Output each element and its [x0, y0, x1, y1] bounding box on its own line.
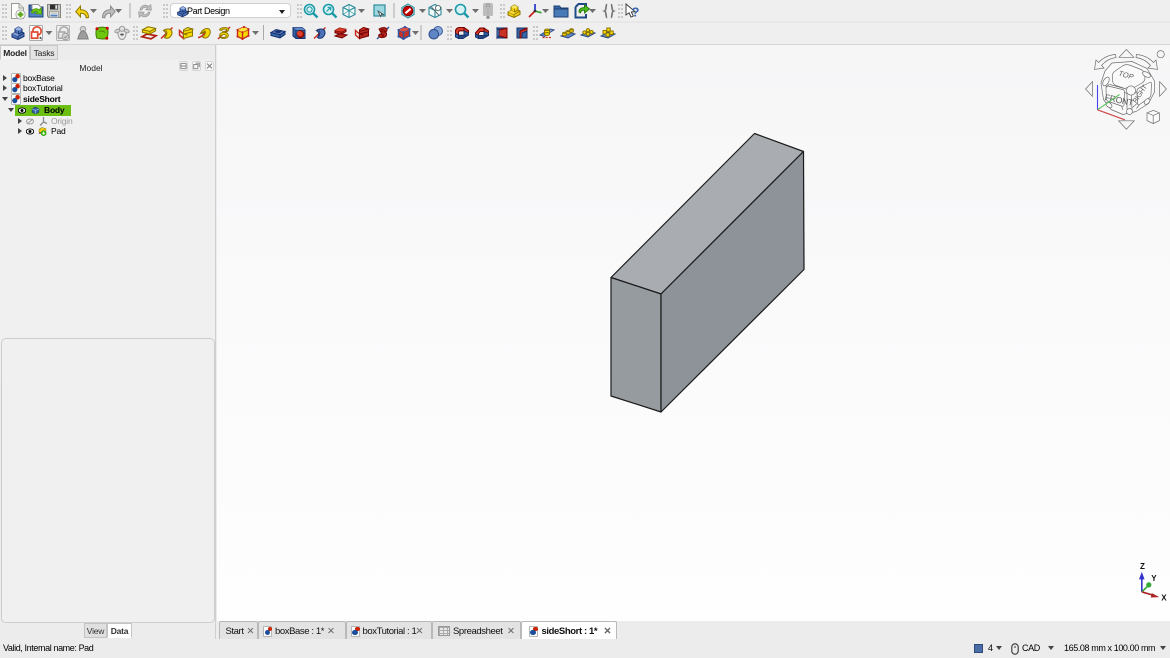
- svg-text:Z: Z: [1140, 562, 1145, 571]
- svg-text:Y: Y: [1151, 574, 1157, 583]
- svg-text:X: X: [1161, 593, 1167, 602]
